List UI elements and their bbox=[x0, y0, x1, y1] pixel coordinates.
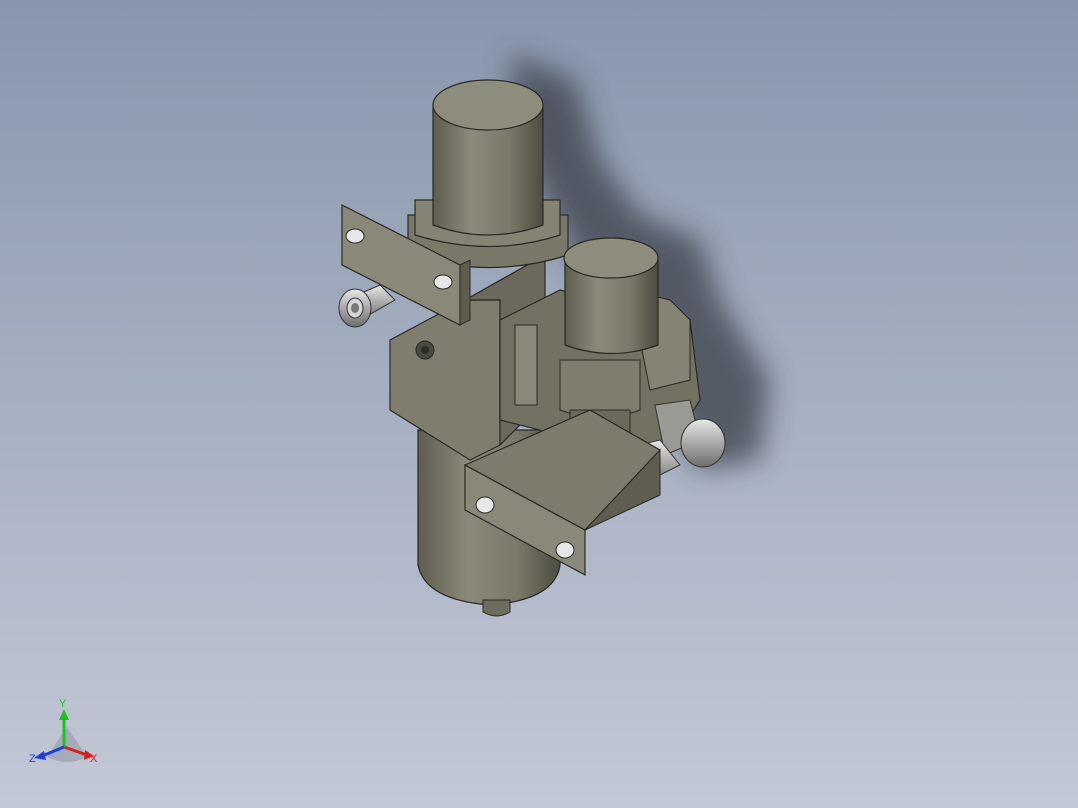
z-axis-label: Z bbox=[29, 753, 36, 765]
y-axis-label: Y bbox=[59, 698, 67, 710]
left-fitting[interactable] bbox=[338, 284, 396, 328]
x-axis-label: X bbox=[90, 753, 98, 765]
triad-cone bbox=[47, 727, 87, 762]
cad-model[interactable] bbox=[0, 0, 1078, 808]
valve-cap[interactable] bbox=[563, 237, 659, 355]
coordinate-triad[interactable]: X Y Z bbox=[22, 692, 112, 772]
3d-viewport[interactable]: X Y Z bbox=[0, 0, 1078, 808]
